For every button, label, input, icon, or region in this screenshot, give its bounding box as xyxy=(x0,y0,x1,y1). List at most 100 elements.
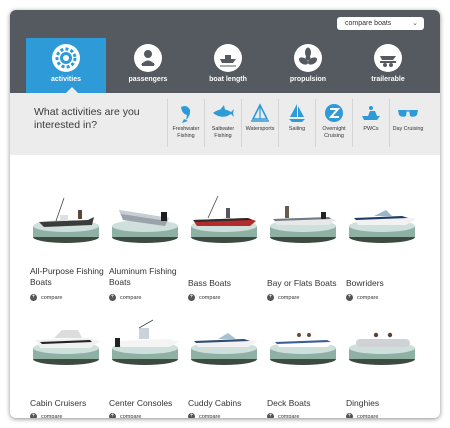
boat-card-all-purpose-fishing[interactable]: All-Purpose Fishing Boats + compare xyxy=(30,188,108,308)
compare-toggle[interactable]: + compare xyxy=(267,413,337,418)
boat-card-cabin-cruisers[interactable]: Cabin Cruisers + compare xyxy=(30,310,108,418)
compare-label: compare xyxy=(357,414,379,418)
tab-trailerable[interactable]: trailerable xyxy=(350,38,426,93)
freshwater-fish-icon xyxy=(181,106,191,123)
compare-toggle[interactable]: + compare xyxy=(109,413,179,418)
saltwater-fish-icon xyxy=(213,105,234,117)
boat-card-dinghies[interactable]: Dinghies + compare xyxy=(346,310,424,418)
tab-boat-length-label: boat length xyxy=(209,76,247,83)
tab-propulsion[interactable]: propulsion xyxy=(270,38,346,93)
plus-icon: + xyxy=(346,294,353,302)
boat-card-bay-flats[interactable]: Bay or Flats Boats + compare xyxy=(267,188,345,308)
tab-activities[interactable]: activities xyxy=(26,38,106,93)
boat-type-name: Center Consoles xyxy=(109,398,173,408)
plus-icon: + xyxy=(30,294,37,302)
plus-icon: + xyxy=(188,413,195,418)
activity-sailing[interactable]: Sailing xyxy=(278,99,315,147)
activity-saltwater-fishing[interactable]: Saltwater Fishing xyxy=(204,99,241,147)
activities-question: What activities are you interested in? xyxy=(34,106,140,131)
activity-label: Saltwater Fishing xyxy=(211,126,235,139)
compare-toggle[interactable]: + compare xyxy=(188,413,258,418)
activity-freshwater-fishing[interactable]: Freshwater Fishing xyxy=(167,99,204,147)
activity-label: PWCs xyxy=(363,126,379,132)
boat-card-bass[interactable]: Bass Boats + compare xyxy=(188,188,266,308)
activity-watersports[interactable]: Watersports xyxy=(241,99,278,147)
tab-trailerable-label: trailerable xyxy=(371,76,405,83)
activity-label: Day Cruising xyxy=(392,126,424,132)
boat-type-name: Bass Boats xyxy=(188,278,231,288)
boat-type-name: Cabin Cruisers xyxy=(30,398,87,408)
boat-image xyxy=(349,210,416,243)
watersports-icon xyxy=(251,103,269,122)
top-nav-bar: compare boats ⌄ activities passengers bo… xyxy=(10,10,440,93)
boat-card-bowriders[interactable]: Bowriders + compare xyxy=(346,188,424,308)
boat-image xyxy=(191,195,257,243)
overnight-cruising-icon xyxy=(325,104,343,122)
boat-card-deck-boats[interactable]: Deck Boats + compare xyxy=(267,310,345,418)
plus-icon: + xyxy=(188,294,195,302)
boat-card-aluminum-fishing[interactable]: Aluminum Fishing Boats + compare xyxy=(109,188,187,308)
tab-activities-label: activities xyxy=(51,76,81,83)
tab-boat-length[interactable]: boat length xyxy=(190,38,266,93)
compare-toggle[interactable]: + compare xyxy=(30,413,100,418)
compare-label: compare xyxy=(278,295,300,301)
plus-icon: + xyxy=(109,413,116,418)
boat-image xyxy=(33,330,100,365)
compare-label: compare xyxy=(199,295,221,301)
compare-toggle[interactable]: + compare xyxy=(109,294,179,303)
active-tab-pointer xyxy=(66,87,78,93)
boat-length-icon xyxy=(214,44,242,72)
compare-toggle[interactable]: + compare xyxy=(346,294,416,303)
activity-label: Sailing xyxy=(288,126,306,132)
compare-toggle[interactable]: + compare xyxy=(188,294,258,303)
propeller-icon xyxy=(294,44,322,72)
compare-toggle[interactable]: + compare xyxy=(267,294,337,303)
compare-toggle[interactable]: + compare xyxy=(346,413,416,418)
compare-toggle[interactable]: + compare xyxy=(30,294,100,303)
compare-label: compare xyxy=(357,295,379,301)
activity-pwcs[interactable]: PWCs xyxy=(352,99,389,147)
boat-image xyxy=(270,206,336,243)
compare-label: compare xyxy=(199,414,221,418)
boat-type-name: All-Purpose Fishing Boats xyxy=(30,266,104,287)
sunglasses-icon xyxy=(398,110,418,117)
compare-label: compare xyxy=(120,295,142,301)
compare-label: compare xyxy=(41,414,63,418)
activity-label: Watersports xyxy=(245,126,275,132)
compare-label: compare xyxy=(278,414,300,418)
boat-finder-panel: compare boats ⌄ activities passengers bo… xyxy=(10,10,440,418)
boat-card-cuddy-cabins[interactable]: Cuddy Cabins + compare xyxy=(188,310,266,418)
plus-icon: + xyxy=(109,294,116,302)
plus-icon: + xyxy=(346,413,353,418)
activities-filter-bar: What activities are you interested in? F… xyxy=(10,87,440,155)
boat-image xyxy=(112,319,179,365)
boat-image xyxy=(349,332,415,365)
compare-boats-label: compare boats xyxy=(345,20,392,27)
compare-boats-dropdown[interactable]: compare boats ⌄ xyxy=(337,17,424,30)
boat-type-name: Bowriders xyxy=(346,278,384,288)
boat-image xyxy=(33,197,99,243)
pwc-icon xyxy=(362,106,380,120)
activity-label: Freshwater Fishing xyxy=(172,126,200,139)
activity-day-cruising[interactable]: Day Cruising xyxy=(389,99,426,147)
tab-passengers[interactable]: passengers xyxy=(110,38,186,93)
boat-image xyxy=(112,210,178,243)
boat-type-name: Dinghies xyxy=(346,398,380,408)
passengers-icon xyxy=(134,44,162,72)
activity-label: Overnight Cruising xyxy=(322,126,346,139)
trailer-icon xyxy=(374,44,402,72)
plus-icon: + xyxy=(30,413,37,418)
compare-label: compare xyxy=(41,295,63,301)
gear-icon xyxy=(52,44,80,72)
boat-type-name: Deck Boats xyxy=(267,398,311,408)
tab-passengers-label: passengers xyxy=(128,76,168,83)
activity-overnight-cruising[interactable]: Overnight Cruising xyxy=(315,99,352,147)
chevron-down-icon: ⌄ xyxy=(412,20,418,27)
boat-type-name: Aluminum Fishing Boats xyxy=(109,266,177,287)
sailboat-icon xyxy=(289,104,305,122)
boat-card-center-consoles[interactable]: Center Consoles + compare xyxy=(109,310,187,418)
boat-image xyxy=(191,333,258,365)
boat-image xyxy=(270,333,337,365)
plus-icon: + xyxy=(267,413,274,418)
boat-type-name: Bay or Flats Boats xyxy=(267,278,337,288)
